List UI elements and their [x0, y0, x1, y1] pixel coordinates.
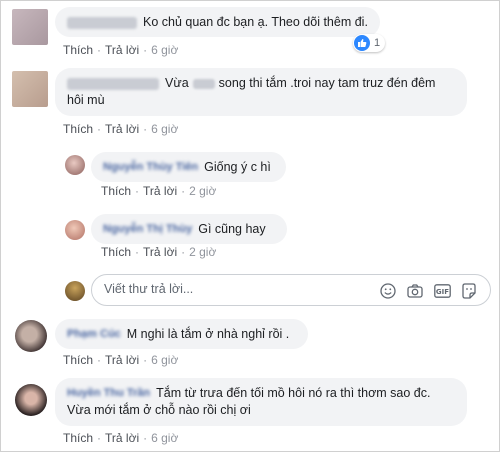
- author-name-blurred[interactable]: Phạm Cúc: [67, 326, 121, 343]
- reply-text: Gì cũng hay: [198, 222, 266, 236]
- timestamp[interactable]: 6 giờ: [151, 353, 178, 367]
- reply-actions: Thích · Trả lời · 2 giờ: [101, 245, 217, 259]
- reply-bubble: Nguyễn Thị Thùy Gì cũng hay: [91, 214, 287, 244]
- timestamp[interactable]: 2 giờ: [189, 184, 216, 198]
- comment-bubble: Phạm Cúc M nghi là tắm ở nhà nghỉ rồi .: [55, 319, 308, 349]
- timestamp[interactable]: 6 giờ: [151, 122, 178, 136]
- like-link[interactable]: Thích: [63, 431, 93, 445]
- comment-actions: Thích · Trả lời · 6 giờ: [63, 431, 179, 445]
- comment-bubble: Ko chủ quan đc bạn ạ. Theo dõi thêm đi.: [55, 7, 380, 37]
- reply-actions: Thích · Trả lời · 2 giờ: [101, 184, 217, 198]
- comment-bubble: Huyền Thu Trần Tắm từ trưa đến tối mồ hôi…: [55, 378, 467, 426]
- reply-text: Giống ý c hì: [204, 160, 271, 174]
- svg-text:GIF: GIF: [435, 288, 448, 296]
- reply-link[interactable]: Trả lời: [105, 353, 139, 367]
- avatar[interactable]: [15, 320, 47, 352]
- reply-input[interactable]: [104, 282, 374, 296]
- like-link[interactable]: Thích: [101, 245, 131, 259]
- sticker-icon[interactable]: [460, 282, 478, 300]
- author-name-blurred[interactable]: Huyền Thu Trần: [67, 385, 150, 402]
- timestamp[interactable]: 6 giờ: [151, 43, 178, 57]
- reply-link[interactable]: Trả lời: [105, 122, 139, 136]
- author-name-blurred[interactable]: [67, 77, 159, 90]
- camera-icon[interactable]: [406, 282, 424, 300]
- gif-icon[interactable]: GIF: [433, 282, 451, 300]
- author-name-blurred[interactable]: Nguyễn Thùy Tiên: [103, 159, 198, 176]
- avatar[interactable]: [15, 384, 47, 416]
- comment-text-start: Vừa: [165, 76, 189, 90]
- like-link[interactable]: Thích: [63, 353, 93, 367]
- redacted-word: [192, 78, 215, 89]
- reply-link[interactable]: Trả lời: [105, 43, 139, 57]
- reply-bubble: Nguyễn Thùy Tiên Giống ý c hì: [91, 152, 286, 182]
- reply-composer[interactable]: GIF: [91, 274, 491, 306]
- like-link[interactable]: Thích: [63, 122, 93, 136]
- avatar[interactable]: [65, 155, 85, 175]
- author-name-blurred[interactable]: Nguyễn Thị Thùy: [103, 221, 192, 238]
- comment-text: M nghi là tắm ở nhà nghỉ rồi .: [126, 327, 290, 341]
- reply-link[interactable]: Trả lời: [143, 184, 177, 198]
- like-link[interactable]: Thích: [101, 184, 131, 198]
- timestamp[interactable]: 2 giờ: [189, 245, 216, 259]
- like-link[interactable]: Thích: [63, 43, 93, 57]
- emoji-icon[interactable]: [379, 282, 397, 300]
- reaction-count[interactable]: 1: [353, 34, 386, 52]
- author-name-blurred[interactable]: [67, 16, 137, 29]
- comment-text: Ko chủ quan đc bạn ạ. Theo dõi thêm đi.: [143, 15, 368, 29]
- current-user-avatar: [65, 281, 85, 301]
- comment-bubble: Vừa song thi tắm .troi nay tam truz đén đ…: [55, 68, 467, 116]
- reply-link[interactable]: Trả lời: [105, 431, 139, 445]
- comment-actions: Thích · Trả lời · 6 giờ: [63, 43, 179, 57]
- avatar[interactable]: [12, 9, 48, 45]
- avatar[interactable]: [12, 71, 48, 107]
- avatar[interactable]: [65, 220, 85, 240]
- reply-link[interactable]: Trả lời: [143, 245, 177, 259]
- like-icon: [354, 35, 370, 51]
- comment-actions: Thích · Trả lời · 6 giờ: [63, 353, 179, 367]
- comment-actions: Thích · Trả lời · 6 giờ: [63, 122, 179, 136]
- timestamp[interactable]: 6 giờ: [151, 431, 178, 445]
- reaction-number: 1: [374, 37, 381, 49]
